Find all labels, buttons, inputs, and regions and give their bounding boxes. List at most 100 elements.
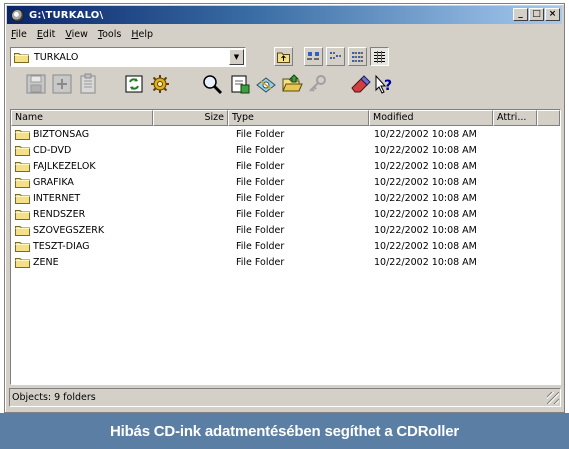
window-controls: _ □ × <box>513 8 560 21</box>
folder-name: FAJLKEZELOK <box>33 160 96 172</box>
key-button[interactable] <box>306 72 330 96</box>
table-row[interactable]: BIZTONSAG File Folder 10/22/2002 10:08 AM <box>11 126 560 142</box>
cell-name[interactable]: ZENE <box>11 257 153 268</box>
column-header: Name Size Type Modified Attri... <box>11 110 560 126</box>
up-folder-icon <box>277 52 290 63</box>
menu-view[interactable]: View <box>65 29 88 40</box>
column-attributes[interactable]: Attri... <box>493 110 537 126</box>
settings-button[interactable] <box>148 72 172 96</box>
cell-type: File Folder <box>236 144 285 156</box>
list-view-icon <box>352 51 363 62</box>
table-row[interactable]: ZENE File Folder 10/22/2002 10:08 AM <box>11 254 560 270</box>
address-combo[interactable]: TURKALO ▼ <box>10 47 246 67</box>
cell-type: File Folder <box>236 224 285 236</box>
cell-name[interactable]: CD-DVD <box>11 145 153 156</box>
column-size[interactable]: Size <box>153 110 228 126</box>
cell-modified: 10/22/2002 10:08 AM <box>374 224 477 236</box>
cell-name[interactable]: FAJLKEZELOK <box>11 161 153 172</box>
properties-icon <box>80 73 96 94</box>
folder-icon <box>15 257 30 268</box>
cell-modified: 10/22/2002 10:08 AM <box>374 208 477 220</box>
small-icons-icon <box>330 51 341 59</box>
extract-icon <box>231 75 250 94</box>
combo-dropdown-button[interactable]: ▼ <box>229 49 244 65</box>
open-folder-icon <box>282 74 303 92</box>
cell-type: File Folder <box>236 192 285 204</box>
explorer-window: G:\TURKALO\ _ □ × File Edit View Tools H… <box>4 3 565 413</box>
extract-button[interactable] <box>228 72 252 96</box>
folder-icon <box>15 193 30 204</box>
table-row[interactable]: TESZT-DIAG File Folder 10/22/2002 10:08 AM <box>11 238 560 254</box>
column-name[interactable]: Name <box>11 110 153 126</box>
close-button[interactable]: × <box>545 8 560 21</box>
eraser-button[interactable] <box>348 72 372 96</box>
menu-help[interactable]: Help <box>131 29 153 40</box>
view-toolbar <box>274 47 293 66</box>
folder-icon <box>14 52 29 63</box>
column-type[interactable]: Type <box>228 110 369 126</box>
folder-icon <box>15 225 30 236</box>
table-row[interactable]: CD-DVD File Folder 10/22/2002 10:08 AM <box>11 142 560 158</box>
cell-name[interactable]: BIZTONSAG <box>11 129 153 140</box>
refresh-button[interactable] <box>122 72 146 96</box>
details-view-button[interactable] <box>370 47 389 66</box>
cell-name[interactable]: GRAFIKA <box>11 177 153 188</box>
cell-modified: 10/22/2002 10:08 AM <box>374 160 477 172</box>
large-icons-button[interactable] <box>304 47 323 66</box>
column-modified[interactable]: Modified <box>369 110 493 126</box>
cell-name[interactable]: RENDSZER <box>11 209 153 220</box>
cell-name[interactable]: INTERNET <box>11 193 153 204</box>
help-icon: ? <box>375 74 392 94</box>
table-row[interactable]: INTERNET File Folder 10/22/2002 10:08 AM <box>11 190 560 206</box>
save-icon <box>26 74 46 94</box>
disc-button[interactable] <box>254 72 278 96</box>
cell-modified: 10/22/2002 10:08 AM <box>374 144 477 156</box>
small-icons-button[interactable] <box>326 47 345 66</box>
cell-modified: 10/22/2002 10:08 AM <box>374 192 477 204</box>
file-list[interactable]: Name Size Type Modified Attri... BIZTONS… <box>10 109 561 385</box>
help-button[interactable]: ? <box>372 72 396 96</box>
folder-name: SZOVEGSZERK <box>33 224 105 236</box>
refresh-icon <box>125 75 143 93</box>
table-row[interactable]: SZOVEGSZERK File Folder 10/22/2002 10:08 A… <box>11 222 560 238</box>
folder-name: GRAFIKA <box>33 176 74 188</box>
menu-tools[interactable]: Tools <box>98 29 121 40</box>
maximize-button[interactable]: □ <box>529 8 544 21</box>
svg-text:?: ? <box>384 78 392 94</box>
folder-name: ZENE <box>33 256 59 268</box>
title-bar[interactable]: G:\TURKALO\ _ □ × <box>7 6 562 24</box>
cell-name[interactable]: TESZT-DIAG <box>11 241 153 252</box>
folder-name: INTERNET <box>33 192 81 204</box>
minimize-button[interactable]: _ <box>513 8 528 21</box>
table-row[interactable]: FAJLKEZELOK File Folder 10/22/2002 10:08 A… <box>11 158 560 174</box>
column-filler <box>537 110 560 126</box>
status-text: Objects: 9 folders <box>12 392 96 403</box>
folder-name: BIZTONSAG <box>33 128 90 140</box>
cell-type: File Folder <box>236 160 285 172</box>
folder-icon <box>15 129 30 140</box>
table-row[interactable]: RENDSZER File Folder 10/22/2002 10:08 AM <box>11 206 560 222</box>
cell-type: File Folder <box>236 208 285 220</box>
search-button[interactable] <box>200 72 224 96</box>
folder-icon <box>15 209 30 220</box>
save-button[interactable] <box>24 72 48 96</box>
window-title: G:\TURKALO\ <box>29 9 104 21</box>
properties-button[interactable] <box>76 72 100 96</box>
folder-name: RENDSZER <box>33 208 86 220</box>
folder-name: CD-DVD <box>33 144 72 156</box>
list-rows: BIZTONSAG File Folder 10/22/2002 10:08 AM C… <box>11 126 560 270</box>
menu-file[interactable]: File <box>11 29 27 40</box>
folder-icon <box>15 177 30 188</box>
cell-name[interactable]: SZOVEGSZERK <box>11 225 153 236</box>
menu-edit[interactable]: Edit <box>37 29 55 40</box>
table-row[interactable]: GRAFIKA File Folder 10/22/2002 10:08 AM <box>11 174 560 190</box>
up-folder-button[interactable] <box>274 47 293 66</box>
details-view-icon <box>374 50 385 63</box>
list-view-button[interactable] <box>348 47 367 66</box>
app-icon[interactable] <box>11 8 24 22</box>
caption-banner: Hibás CD-ink adatmentésében segíthet a C… <box>0 413 569 449</box>
size-grip-icon[interactable] <box>547 392 559 404</box>
cell-modified: 10/22/2002 10:08 AM <box>374 128 477 140</box>
new-button[interactable] <box>50 72 74 96</box>
open-folder-button[interactable] <box>280 72 304 96</box>
